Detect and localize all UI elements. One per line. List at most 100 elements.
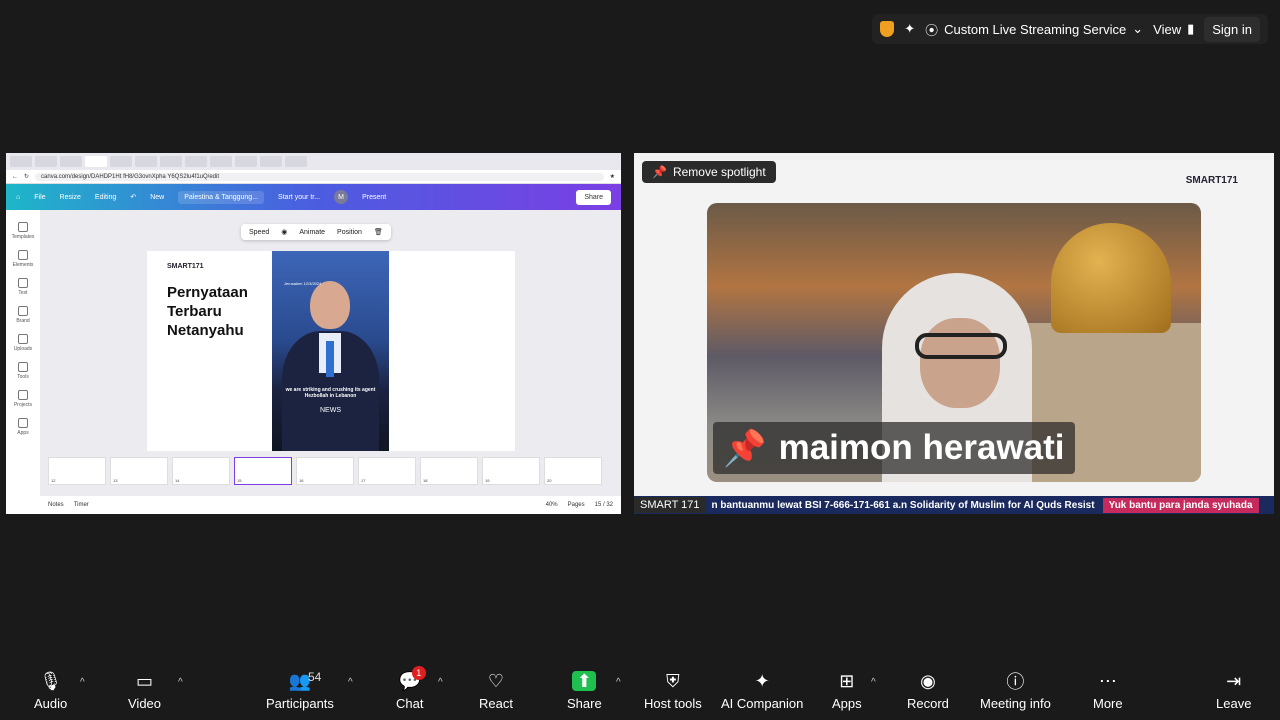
chat-button[interactable]: 💬 1 Chat [396, 666, 426, 711]
editing-menu[interactable]: Editing [95, 194, 116, 201]
sign-in-button[interactable]: Sign in [1204, 16, 1260, 42]
sidebar-item-text[interactable]: Text [18, 278, 28, 296]
browser-tab[interactable] [285, 156, 307, 167]
elements-icon [18, 250, 28, 260]
muted-mic-icon: 🎙 [39, 670, 63, 691]
speed-button[interactable]: Speed [249, 229, 269, 236]
slide-video[interactable]: Jerusalem 12/3/2024 we are striking and … [272, 251, 389, 451]
streaming-menu[interactable]: ⦿ Custom Live Streaming Service ⌄ [925, 20, 1143, 39]
page-thumbnail[interactable]: 12 [48, 457, 106, 485]
participants-button[interactable]: 👥 54 Participants [266, 670, 334, 711]
editor-status-bar: Notes Timer 40% Pages 15 / 32 [40, 496, 621, 514]
timer-button[interactable]: Timer [74, 502, 89, 508]
record-button[interactable]: ◉ Record [907, 670, 949, 712]
color-icon[interactable]: ◉ [281, 228, 287, 236]
sidebar-item-apps[interactable]: Apps [17, 418, 29, 436]
sidebar-item-brand[interactable]: Brand [16, 306, 30, 324]
start-trial-button[interactable]: Start your tr... [278, 194, 320, 201]
ai-companion-button[interactable]: ✦ AI Companion [721, 670, 803, 712]
video-options-caret[interactable]: ^ [178, 677, 183, 688]
more-button[interactable]: ⋯ More [1093, 670, 1123, 712]
sidebar-label: Text [18, 290, 28, 296]
resize-menu[interactable]: Resize [60, 194, 81, 201]
trash-icon[interactable]: 🗑 [374, 228, 383, 236]
document-title[interactable]: Palestina & Tanggung... [178, 190, 265, 204]
page-thumbnail[interactable]: 20 [544, 457, 602, 485]
leave-button[interactable]: ⇥ Leave [1216, 670, 1251, 712]
streaming-label: Custom Live Streaming Service [944, 21, 1127, 37]
file-menu[interactable]: File [34, 194, 45, 201]
sparkle-icon[interactable]: ✦ [904, 21, 915, 37]
projects-icon [18, 390, 28, 400]
page-number: 16 [299, 478, 304, 483]
page-thumbnail[interactable]: 14 [172, 457, 230, 485]
sidebar-item-templates[interactable]: Templates [12, 222, 34, 240]
view-label: View [1153, 21, 1182, 37]
share-options-caret[interactable]: ^ [616, 677, 621, 688]
sidebar-item-projects[interactable]: Projects [14, 390, 32, 408]
view-button[interactable]: View ▮ [1153, 21, 1194, 37]
avatar[interactable]: M [334, 190, 349, 204]
more-label: More [1093, 696, 1123, 711]
participants-options-caret[interactable]: ^ [348, 677, 353, 688]
page-thumbnail[interactable]: 19 [482, 457, 540, 485]
chat-options-caret[interactable]: ^ [438, 677, 443, 688]
share-label: Share [567, 696, 602, 711]
url-field[interactable]: canva.com/design/DAHDP1Ht fH8/G3ovnXpha … [35, 172, 604, 181]
browser-tab[interactable] [185, 156, 207, 167]
present-button[interactable]: Present [362, 194, 386, 201]
slide-heading[interactable]: Pernyataan Terbaru Netanyahu [167, 283, 277, 340]
page-thumbnail[interactable]: 18 [420, 457, 478, 485]
remove-spotlight-button[interactable]: 📌 Remove spotlight [642, 161, 776, 183]
apps-button[interactable]: ⊞ Apps [832, 670, 862, 712]
animate-button[interactable]: Animate [299, 229, 325, 236]
host-tools-button[interactable]: ⛨ Host tools [644, 670, 702, 712]
browser-tab[interactable] [235, 156, 257, 167]
slide-canvas[interactable]: SMART171 Pernyataan Terbaru Netanyahu Je… [147, 251, 515, 451]
position-button[interactable]: Position [337, 229, 362, 236]
uploads-icon [17, 334, 28, 344]
new-badge: New [150, 193, 165, 201]
audio-button[interactable]: 🎙 Audio [34, 670, 68, 712]
browser-tab-active[interactable] [85, 156, 107, 167]
browser-tab[interactable] [35, 156, 57, 167]
back-icon[interactable]: ← [12, 174, 18, 180]
page-thumbnail[interactable]: 13 [110, 457, 168, 485]
audio-label: Audio [34, 696, 68, 711]
remove-spotlight-label: Remove spotlight [672, 165, 766, 179]
notes-button[interactable]: Notes [48, 502, 64, 508]
star-icon[interactable]: ★ [610, 173, 615, 180]
page-thumbnail[interactable]: 17 [358, 457, 416, 485]
page-thumbnail[interactable]: 16 [296, 457, 354, 485]
participant-glasses [915, 333, 1007, 359]
home-icon[interactable]: ⌂ [16, 194, 20, 201]
pages-button[interactable]: Pages [568, 502, 585, 508]
record-icon: ◉ [920, 670, 936, 691]
share-screen-button[interactable]: ⬆ Share [567, 670, 602, 712]
sidebar-item-uploads[interactable]: Uploads [14, 334, 32, 352]
canva-share-button[interactable]: Share [576, 189, 611, 205]
reload-icon[interactable]: ↻ [24, 173, 29, 180]
browser-tab[interactable] [210, 156, 232, 167]
undo-icon[interactable]: ↶ [130, 193, 136, 201]
sidebar-label: Projects [13, 402, 33, 408]
canva-editor: Templates Elements Text Brand Uploads To… [6, 210, 621, 514]
browser-tab[interactable] [60, 156, 82, 167]
browser-tab[interactable] [110, 156, 132, 167]
camera-icon: ▭ [135, 670, 153, 691]
browser-tab[interactable] [10, 156, 32, 167]
zoom-level[interactable]: 40% [546, 502, 558, 508]
sidebar-item-tools[interactable]: Tools [17, 362, 29, 380]
audio-options-caret[interactable]: ^ [80, 677, 85, 688]
video-button[interactable]: ▭ Video [128, 670, 161, 712]
apps-options-caret[interactable]: ^ [871, 677, 876, 688]
meeting-info-button[interactable]: ⓘ Meeting info [980, 670, 1051, 711]
browser-tab[interactable] [160, 156, 182, 167]
page-thumbnail-selected[interactable]: 15 [234, 457, 292, 485]
browser-tab[interactable] [135, 156, 157, 167]
browser-tab[interactable] [260, 156, 282, 167]
sidebar-item-elements[interactable]: Elements [13, 250, 33, 268]
security-shield-icon[interactable] [880, 21, 895, 37]
smart171-logo: SMART171 [1185, 175, 1238, 186]
react-button[interactable]: ♡ React [479, 670, 513, 712]
